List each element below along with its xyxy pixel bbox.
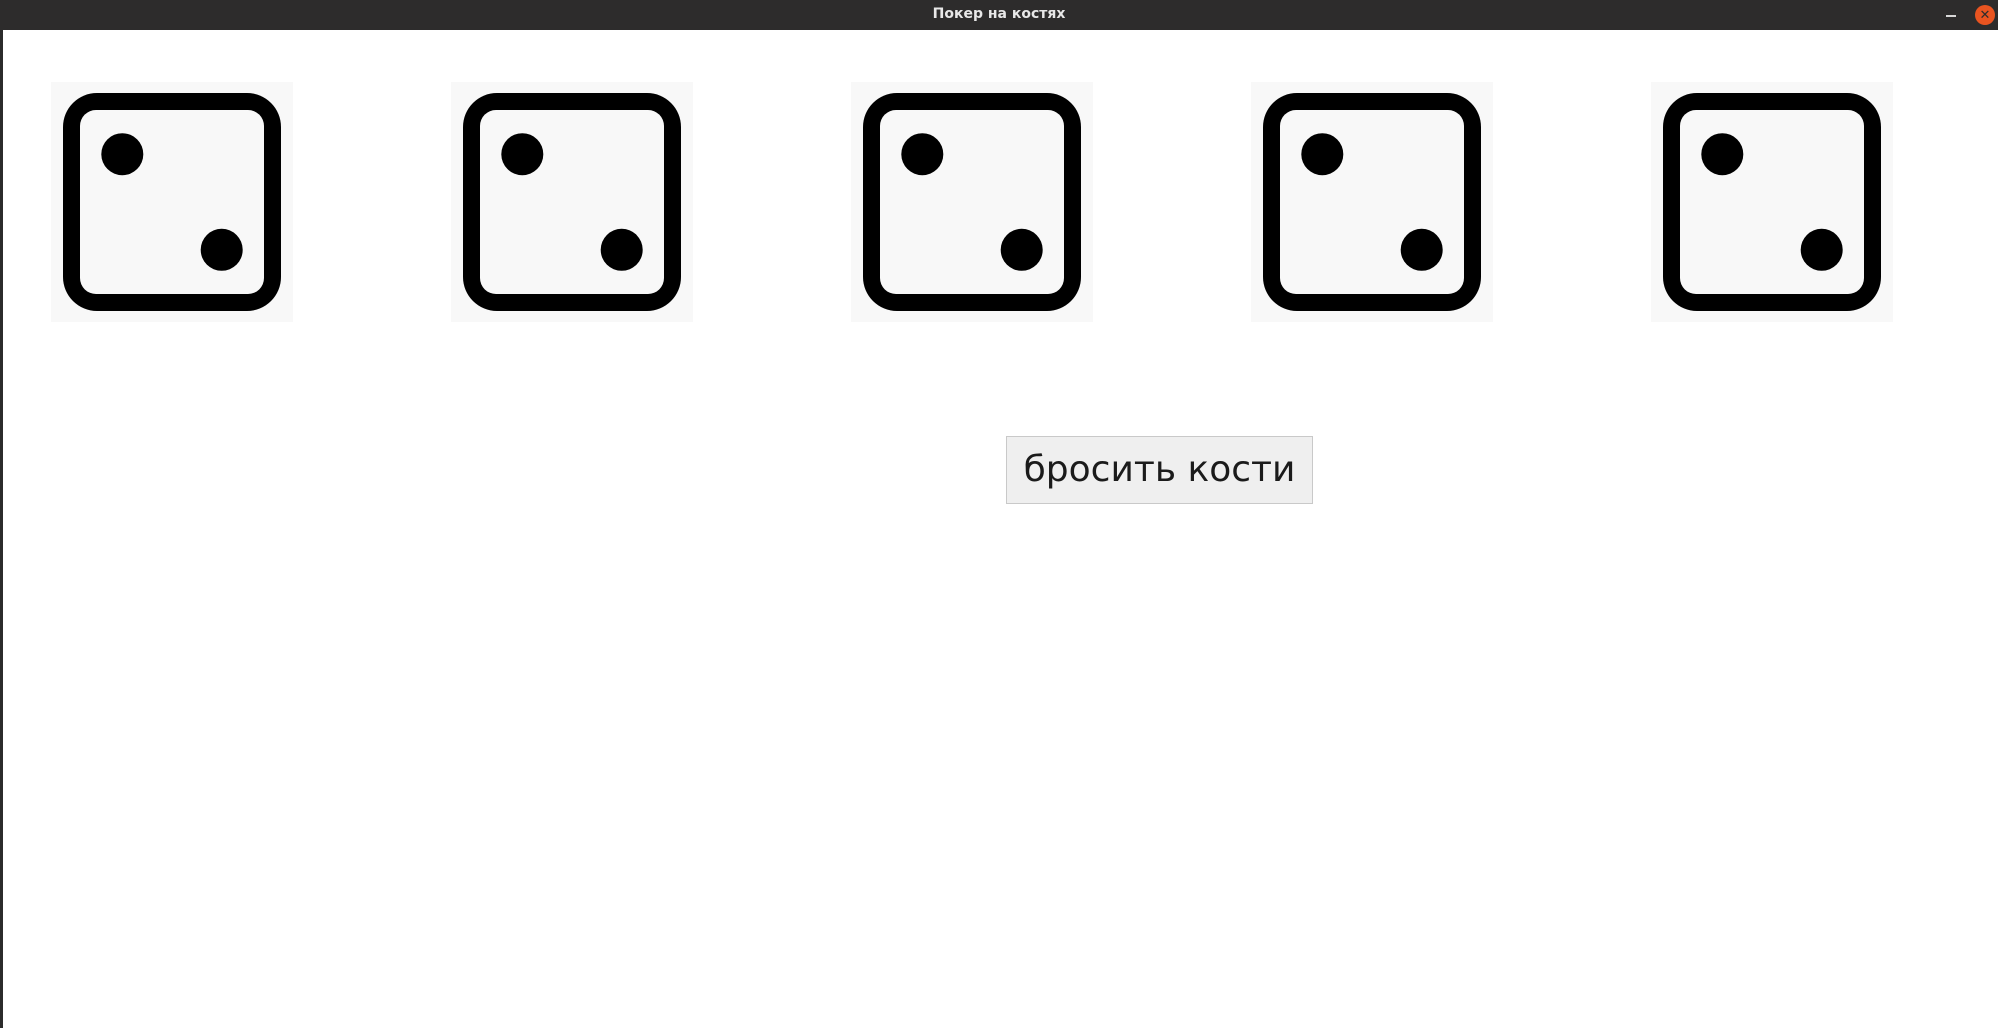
die-face [863, 93, 1081, 311]
die-pip [101, 133, 144, 176]
minimize-button[interactable] [1941, 5, 1961, 25]
roll-dice-button[interactable]: бросить кости [1006, 436, 1313, 504]
die-1 [51, 82, 293, 322]
die-face [63, 93, 281, 311]
die-pip [200, 228, 243, 271]
die-pip [901, 133, 944, 176]
die-inner [880, 110, 1064, 294]
title-bar[interactable]: Покер на костях ✕ [0, 0, 1998, 30]
die-pip [1701, 133, 1744, 176]
die-pip [1000, 228, 1043, 271]
die-face [1263, 93, 1481, 311]
die-pip [1400, 228, 1443, 271]
minimize-icon [1946, 15, 1956, 17]
die-face [463, 93, 681, 311]
die-4 [1251, 82, 1493, 322]
close-button[interactable]: ✕ [1975, 5, 1995, 25]
die-5 [1651, 82, 1893, 322]
app-window: Покер на костях ✕ бросить кости [0, 0, 1998, 1028]
die-face [1663, 93, 1881, 311]
die-2 [451, 82, 693, 322]
die-inner [1680, 110, 1864, 294]
close-icon: ✕ [1979, 7, 1991, 23]
die-pip [1301, 133, 1344, 176]
die-3 [851, 82, 1093, 322]
main-area: бросить кости [3, 30, 1998, 1028]
die-inner [480, 110, 664, 294]
die-pip [600, 228, 643, 271]
die-pip [1800, 228, 1843, 271]
window-title: Покер на костях [932, 6, 1066, 22]
die-inner [1280, 110, 1464, 294]
die-pip [501, 133, 544, 176]
die-inner [80, 110, 264, 294]
